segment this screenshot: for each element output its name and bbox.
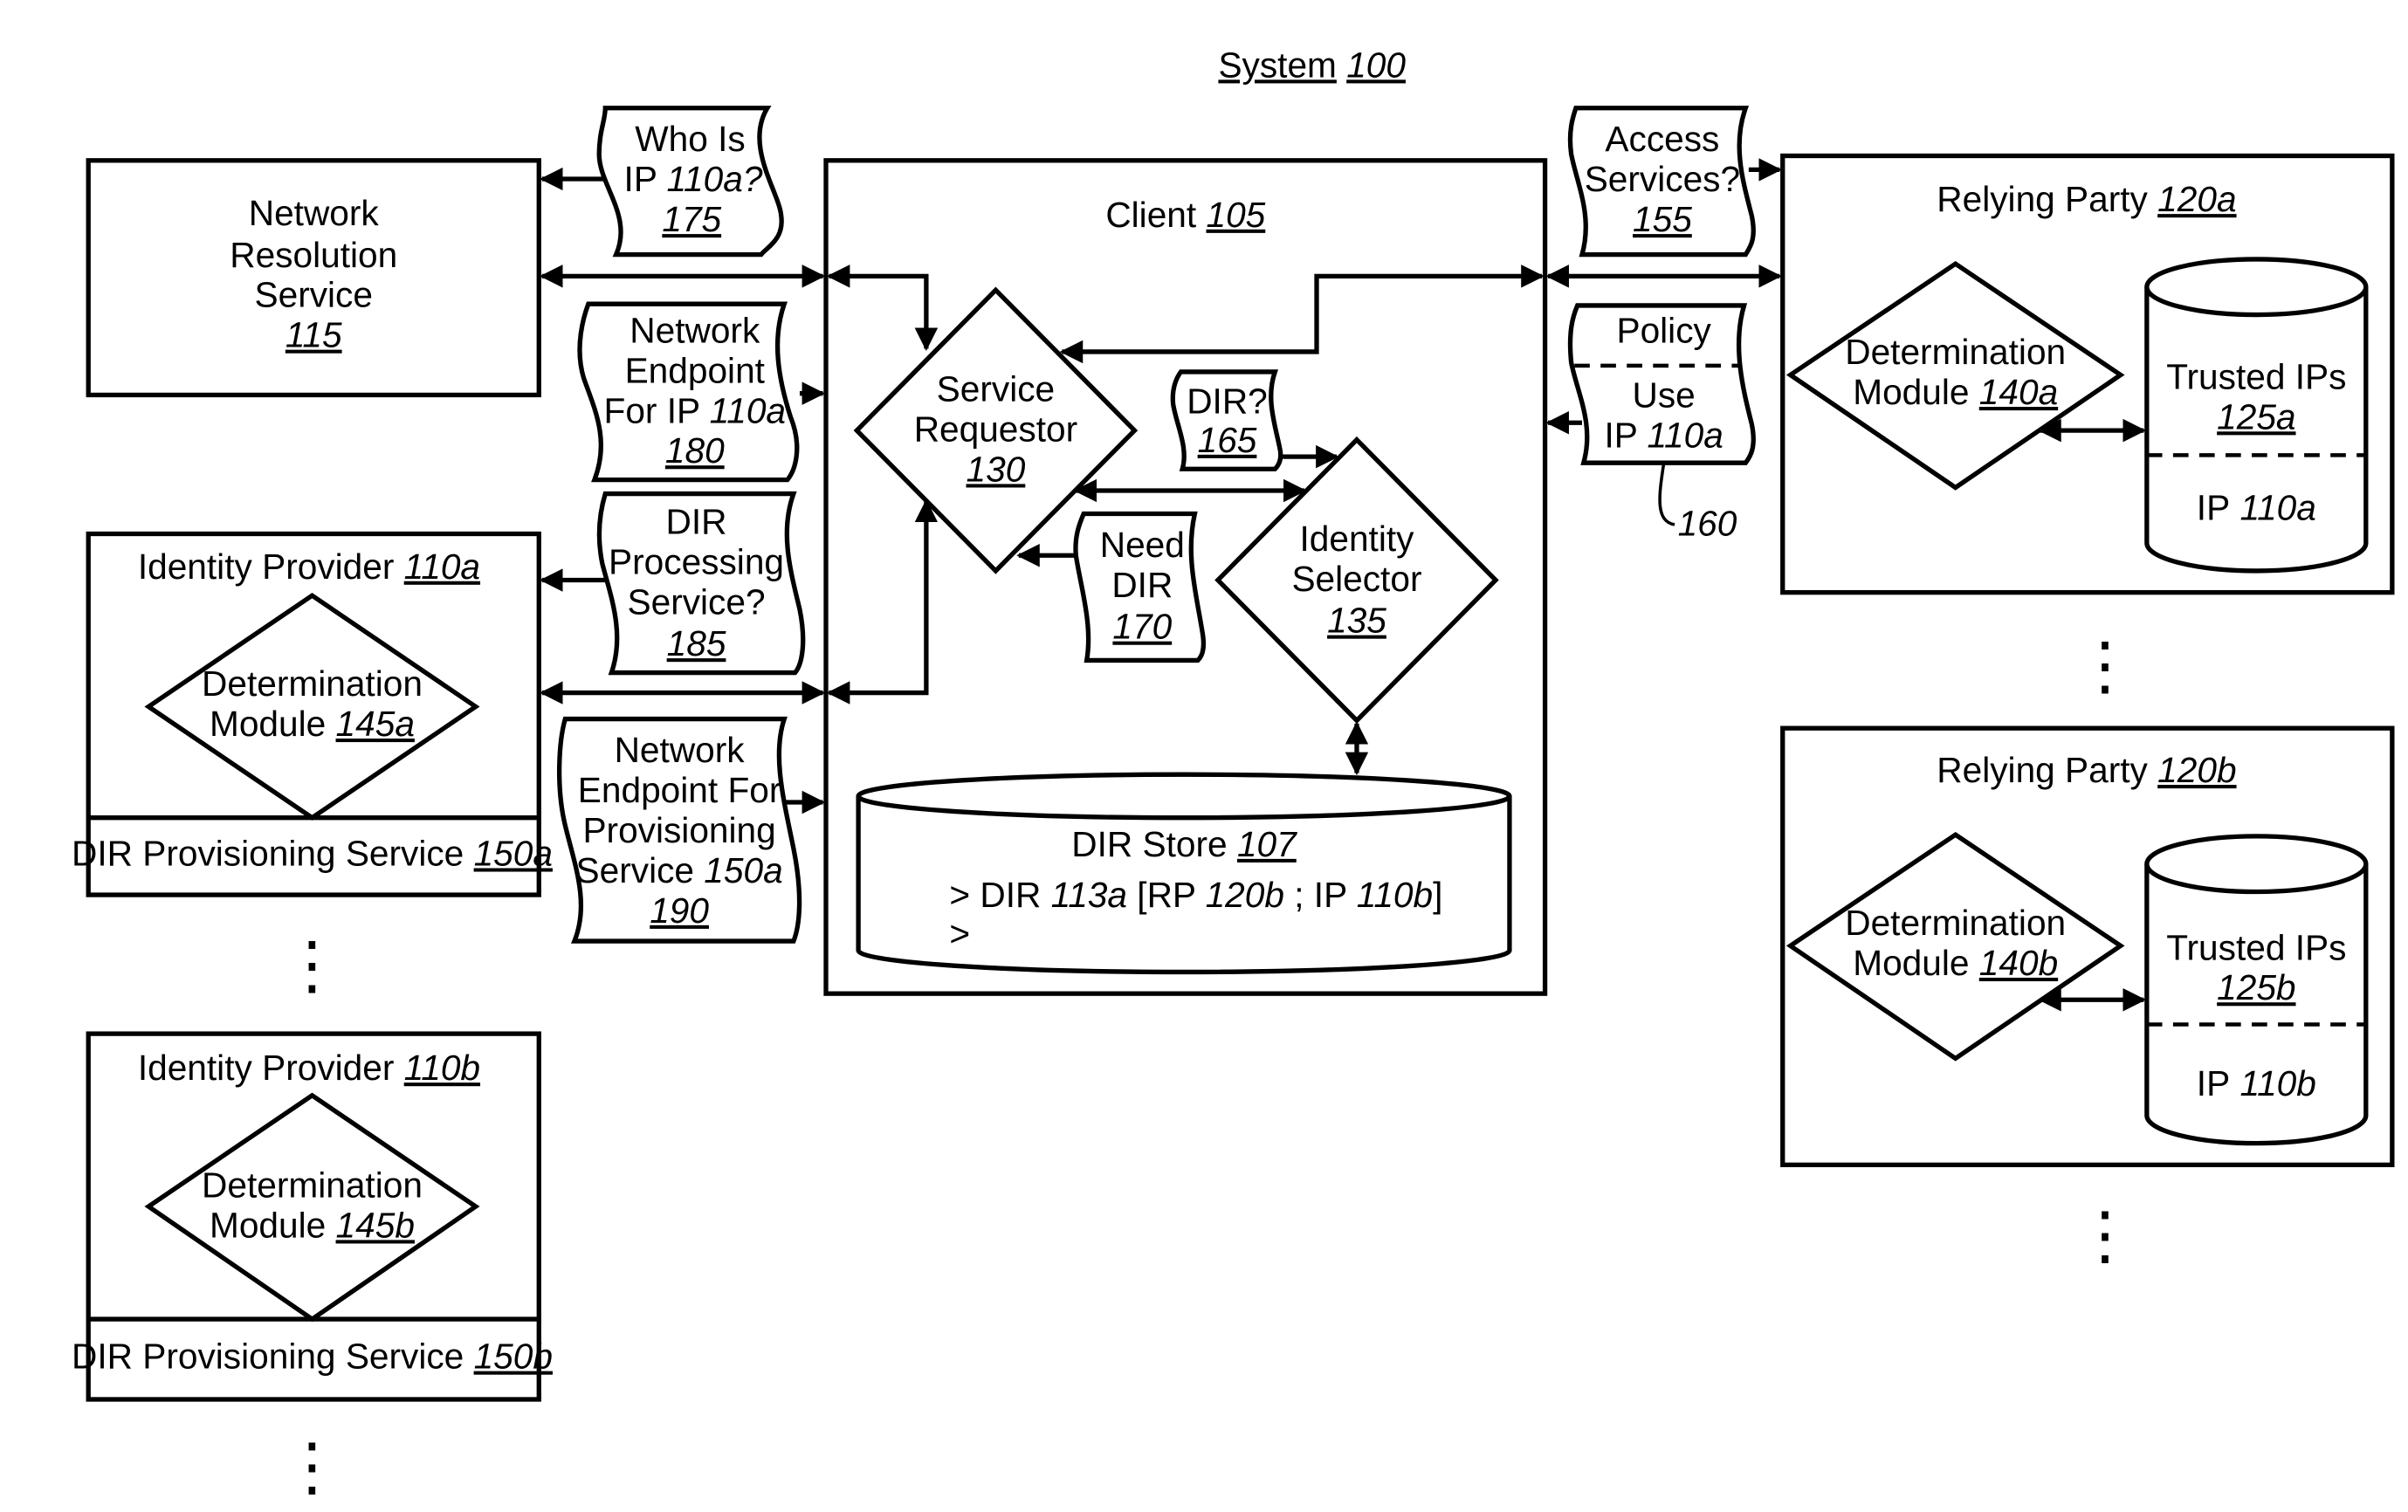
svg-text:IP 110a?: IP 110a? <box>624 159 763 199</box>
system-title: System 100 <box>1218 45 1406 85</box>
svg-text:Determination: Determination <box>202 1165 423 1205</box>
svg-text:Network: Network <box>630 310 760 350</box>
svg-text:165: 165 <box>1198 420 1257 460</box>
svg-text:Provisioning: Provisioning <box>582 810 775 850</box>
svg-text:Requestor: Requestor <box>914 409 1077 449</box>
svg-text:Selector: Selector <box>1291 559 1421 599</box>
svg-text:DIR?: DIR? <box>1187 381 1268 422</box>
ellipsis-rp: ⋮ <box>2073 629 2137 702</box>
svg-text:Access: Access <box>1605 119 1719 159</box>
svg-text:Trusted IPs: Trusted IPs <box>2166 927 2346 967</box>
policy-ref-label: 160 <box>1678 503 1737 543</box>
svg-text:Determination: Determination <box>1845 903 2066 943</box>
svg-text:Endpoint For: Endpoint For <box>578 770 781 810</box>
svg-text:Identity Provider 110a: Identity Provider 110a <box>138 546 480 587</box>
svg-text:Module 140b: Module 140b <box>1853 943 2058 983</box>
identity-provider-110b: Identity Provider 110b Determination Mod… <box>72 1031 553 1402</box>
ellipsis-ip: ⋮ <box>279 929 344 1001</box>
svg-text:Module 140a: Module 140a <box>1853 372 2058 412</box>
dir-store-107: DIR Store 107 > DIR 113a [RP 120b ; IP 1… <box>856 772 1512 975</box>
svg-text:DIR Store 107: DIR Store 107 <box>1071 824 1297 864</box>
svg-text:175: 175 <box>662 199 721 239</box>
ellipsis-ip-bottom: ⋮ <box>279 1430 344 1502</box>
svg-text:Processing: Processing <box>609 541 784 581</box>
dir-entry: > DIR 113a [RP 120b ; IP 110b] <box>949 875 1442 915</box>
svg-text:Determination: Determination <box>202 663 423 704</box>
svg-text:Identity Provider 110b: Identity Provider 110b <box>138 1048 480 1088</box>
message-dir-processing-185: DIR Processing Service? 185 <box>596 491 806 676</box>
svg-text:125a: 125a <box>2217 396 2295 436</box>
svg-text:IP 110a: IP 110a <box>2197 488 2316 528</box>
svg-text:125b: 125b <box>2217 967 2295 1007</box>
message-who-is-175: Who Is IP 110a? 175 <box>596 106 784 258</box>
svg-text:190: 190 <box>650 890 709 931</box>
svg-text:115: 115 <box>286 315 342 355</box>
message-access-services-155: Access Services? 155 <box>1567 106 1756 258</box>
system-diagram: System 100 Network Resolution Service 11… <box>72 45 2395 1502</box>
relying-party-120a: Relying Party 120a Determination Module … <box>1780 153 2395 595</box>
dir-provisioning-service-150b: DIR Provisioning Service 150b <box>72 1337 553 1377</box>
trusted-ips-125a: Trusted IPs 125a IP 110a <box>2144 257 2369 574</box>
svg-text:Use: Use <box>1633 375 1696 416</box>
svg-text:185: 185 <box>667 623 726 663</box>
relying-party-120b: Relying Party 120b Determination Module … <box>1780 725 2395 1167</box>
identity-provider-110a: Identity Provider 110a Determination Mod… <box>72 531 553 897</box>
svg-text:170: 170 <box>1112 607 1172 647</box>
svg-text:Services?: Services? <box>1585 159 1740 199</box>
svg-text:Service?: Service? <box>628 581 766 622</box>
svg-text:Network: Network <box>249 193 380 233</box>
network-resolution-service: Network Resolution Service 115 <box>86 158 541 398</box>
svg-text:IP 110b: IP 110b <box>2197 1063 2316 1103</box>
svg-text:130: 130 <box>967 449 1026 489</box>
svg-text:Need: Need <box>1100 525 1185 565</box>
message-endpoint-ip-180: Network Endpoint For IP 110a 180 <box>577 301 800 483</box>
svg-text:Module 145a: Module 145a <box>210 704 415 744</box>
trusted-ips-125b: Trusted IPs 125b IP 110b <box>2144 834 2369 1146</box>
svg-text:Service: Service <box>937 369 1055 409</box>
svg-text:Relying Party 120b: Relying Party 120b <box>1937 750 2236 790</box>
svg-text:Client 105: Client 105 <box>1105 195 1265 235</box>
svg-text:Who Is: Who Is <box>635 119 745 159</box>
svg-text:135: 135 <box>1327 601 1386 641</box>
svg-text:Endpoint: Endpoint <box>625 350 765 390</box>
message-endpoint-prov-190: Network Endpoint For Provisioning Servic… <box>557 716 802 944</box>
svg-text:Service: Service <box>255 275 373 315</box>
svg-text:DIR: DIR <box>666 502 727 542</box>
svg-text:Trusted IPs: Trusted IPs <box>2166 356 2346 396</box>
svg-text:Relying Party 120a: Relying Party 120a <box>1937 179 2236 219</box>
svg-text:Module 145b: Module 145b <box>210 1205 415 1245</box>
svg-text:Resolution: Resolution <box>230 235 397 275</box>
svg-text:DIR: DIR <box>1111 565 1173 605</box>
svg-text:155: 155 <box>1633 199 1692 239</box>
svg-text:Determination: Determination <box>1845 332 2066 372</box>
svg-text:180: 180 <box>665 430 725 471</box>
ellipsis-rp-bottom: ⋮ <box>2073 1199 2137 1271</box>
svg-text:Policy: Policy <box>1616 310 1711 350</box>
dir-provisioning-service-150a: DIR Provisioning Service 150a <box>72 833 553 873</box>
svg-text:Identity: Identity <box>1299 519 1414 559</box>
svg-text:Network: Network <box>615 730 746 770</box>
svg-text:Service 150a: Service 150a <box>576 850 783 890</box>
message-dir-query-165: DIR? 165 <box>1170 369 1283 471</box>
svg-text:IP 110a: IP 110a <box>1605 416 1723 456</box>
svg-text:For IP 110a: For IP 110a <box>604 390 787 430</box>
message-need-dir-170: Need DIR 170 <box>1073 511 1207 663</box>
dir-entry-empty: > <box>949 913 970 953</box>
